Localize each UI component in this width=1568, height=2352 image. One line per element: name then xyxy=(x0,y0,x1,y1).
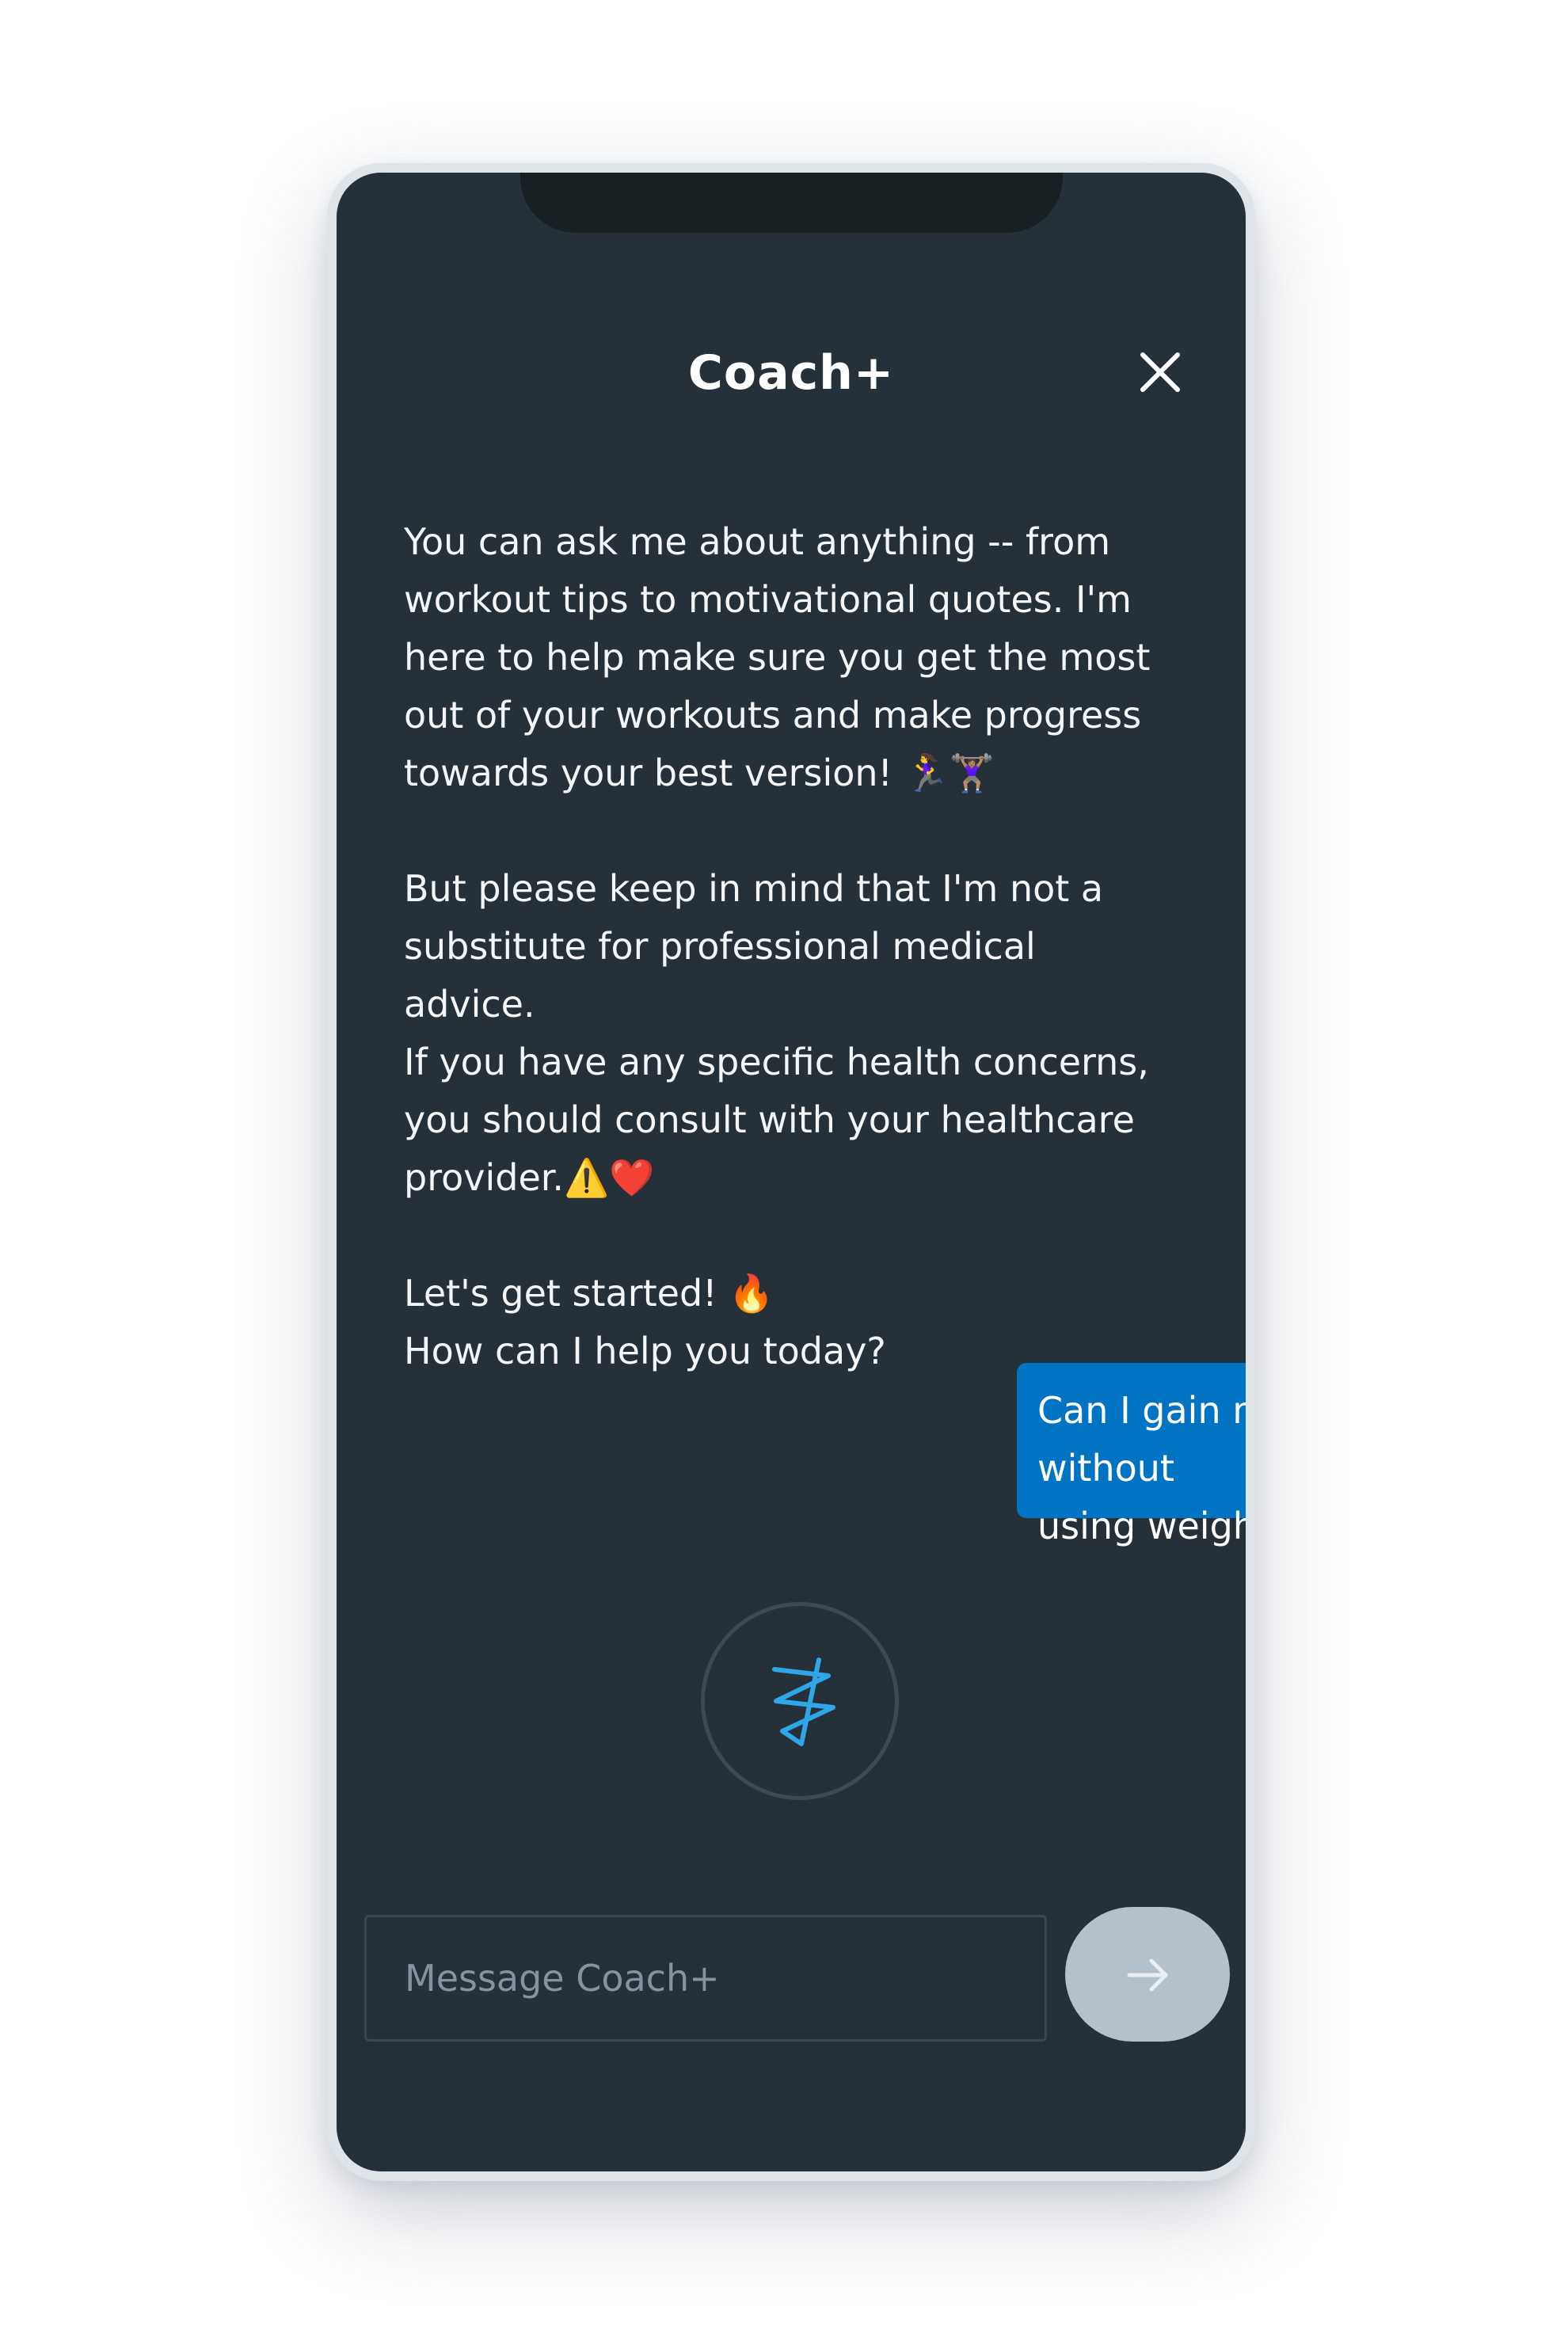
bot-line: provider.⚠️❤️ xyxy=(404,1156,655,1199)
loading-squiggle-icon xyxy=(772,1657,835,1746)
send-button[interactable] xyxy=(1065,1907,1230,2042)
app-screen: Coach+ You can ask me about anything -- … xyxy=(337,173,1246,2171)
page-title: Coach+ xyxy=(687,345,895,401)
bot-line: towards your best version! 🏃‍♀️🏋🏽‍♀️ xyxy=(404,752,995,794)
bot-message: You can ask me about anything -- from wo… xyxy=(404,513,1164,1380)
close-button[interactable] xyxy=(1128,341,1192,404)
bot-line: substitute for professional medical advi… xyxy=(404,925,1036,1026)
typing-indicator xyxy=(701,1602,899,1800)
phone-frame: Coach+ You can ask me about anything -- … xyxy=(327,163,1255,2181)
bot-line: workout tips to motivational quotes. I'm xyxy=(404,578,1132,621)
user-message-line: using weights? xyxy=(1037,1505,1246,1547)
bot-line: here to help make sure you get the most xyxy=(404,636,1151,679)
arrow-right-icon xyxy=(1127,1958,1168,1992)
bot-line: You can ask me about anything -- from xyxy=(404,520,1111,563)
phone-notch xyxy=(520,173,1063,233)
user-message-bubble: Can I gain muscle without using weights? xyxy=(1017,1363,1246,1547)
bot-line: Let's get started! 🔥 xyxy=(404,1272,774,1315)
bot-line: If you have any specific health concerns… xyxy=(404,1041,1149,1083)
message-input[interactable] xyxy=(364,1915,1047,2042)
bot-line: you should consult with your healthcare xyxy=(404,1098,1135,1141)
bot-line: But please keep in mind that I'm not a xyxy=(404,867,1104,910)
user-message-line: Can I gain muscle without xyxy=(1037,1389,1246,1490)
bot-line: out of your workouts and make progress xyxy=(404,694,1142,736)
close-icon xyxy=(1140,352,1180,392)
